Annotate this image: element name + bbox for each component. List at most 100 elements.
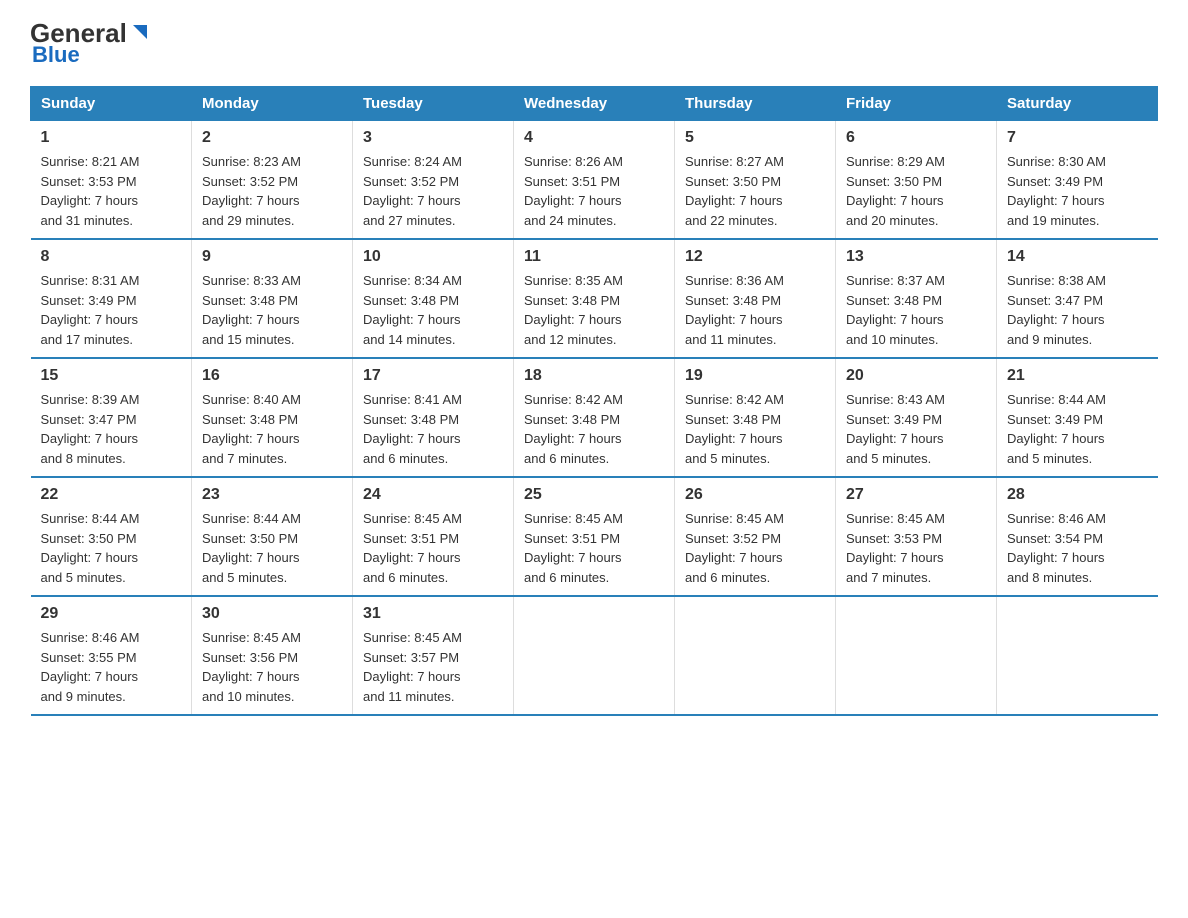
day-number: 18 bbox=[524, 367, 664, 385]
day-number: 19 bbox=[685, 367, 825, 385]
logo: General Blue bbox=[30, 20, 151, 68]
day-number: 30 bbox=[202, 605, 342, 623]
weekday-header-row: SundayMondayTuesdayWednesdayThursdayFrid… bbox=[31, 87, 1158, 121]
day-number: 28 bbox=[1007, 486, 1148, 504]
day-info: Sunrise: 8:46 AMSunset: 3:54 PMDaylight:… bbox=[1007, 509, 1148, 587]
day-info: Sunrise: 8:38 AMSunset: 3:47 PMDaylight:… bbox=[1007, 271, 1148, 349]
calendar-cell: 6 Sunrise: 8:29 AMSunset: 3:50 PMDaylight… bbox=[836, 121, 997, 240]
header-area: General Blue bbox=[30, 20, 1158, 68]
day-info: Sunrise: 8:23 AMSunset: 3:52 PMDaylight:… bbox=[202, 152, 342, 230]
day-info: Sunrise: 8:45 AMSunset: 3:53 PMDaylight:… bbox=[846, 509, 986, 587]
calendar-cell: 11 Sunrise: 8:35 AMSunset: 3:48 PMDayligh… bbox=[514, 239, 675, 358]
day-number: 23 bbox=[202, 486, 342, 504]
day-info: Sunrise: 8:36 AMSunset: 3:48 PMDaylight:… bbox=[685, 271, 825, 349]
day-info: Sunrise: 8:37 AMSunset: 3:48 PMDaylight:… bbox=[846, 271, 986, 349]
day-info: Sunrise: 8:40 AMSunset: 3:48 PMDaylight:… bbox=[202, 390, 342, 468]
day-info: Sunrise: 8:44 AMSunset: 3:49 PMDaylight:… bbox=[1007, 390, 1148, 468]
day-number: 2 bbox=[202, 129, 342, 147]
day-info: Sunrise: 8:41 AMSunset: 3:48 PMDaylight:… bbox=[363, 390, 503, 468]
calendar-cell bbox=[836, 596, 997, 715]
day-info: Sunrise: 8:31 AMSunset: 3:49 PMDaylight:… bbox=[41, 271, 182, 349]
day-number: 27 bbox=[846, 486, 986, 504]
day-number: 3 bbox=[363, 129, 503, 147]
weekday-header-sunday: Sunday bbox=[31, 87, 192, 121]
day-info: Sunrise: 8:26 AMSunset: 3:51 PMDaylight:… bbox=[524, 152, 664, 230]
day-number: 6 bbox=[846, 129, 986, 147]
day-number: 15 bbox=[41, 367, 182, 385]
calendar-cell: 24 Sunrise: 8:45 AMSunset: 3:51 PMDayligh… bbox=[353, 477, 514, 596]
logo-triangle-icon bbox=[129, 21, 151, 43]
weekday-header-tuesday: Tuesday bbox=[353, 87, 514, 121]
calendar-table: SundayMondayTuesdayWednesdayThursdayFrid… bbox=[30, 86, 1158, 716]
day-info: Sunrise: 8:27 AMSunset: 3:50 PMDaylight:… bbox=[685, 152, 825, 230]
calendar-cell bbox=[997, 596, 1158, 715]
day-info: Sunrise: 8:43 AMSunset: 3:49 PMDaylight:… bbox=[846, 390, 986, 468]
calendar-cell: 8 Sunrise: 8:31 AMSunset: 3:49 PMDaylight… bbox=[31, 239, 192, 358]
calendar-week-row: 29 Sunrise: 8:46 AMSunset: 3:55 PMDayligh… bbox=[31, 596, 1158, 715]
day-number: 31 bbox=[363, 605, 503, 623]
day-info: Sunrise: 8:30 AMSunset: 3:49 PMDaylight:… bbox=[1007, 152, 1148, 230]
day-info: Sunrise: 8:45 AMSunset: 3:51 PMDaylight:… bbox=[363, 509, 503, 587]
calendar-cell: 3 Sunrise: 8:24 AMSunset: 3:52 PMDaylight… bbox=[353, 121, 514, 240]
day-number: 8 bbox=[41, 248, 182, 266]
day-number: 10 bbox=[363, 248, 503, 266]
day-number: 17 bbox=[363, 367, 503, 385]
day-info: Sunrise: 8:44 AMSunset: 3:50 PMDaylight:… bbox=[41, 509, 182, 587]
calendar-cell: 29 Sunrise: 8:46 AMSunset: 3:55 PMDayligh… bbox=[31, 596, 192, 715]
day-info: Sunrise: 8:45 AMSunset: 3:57 PMDaylight:… bbox=[363, 628, 503, 706]
calendar-cell: 28 Sunrise: 8:46 AMSunset: 3:54 PMDayligh… bbox=[997, 477, 1158, 596]
day-number: 12 bbox=[685, 248, 825, 266]
day-info: Sunrise: 8:35 AMSunset: 3:48 PMDaylight:… bbox=[524, 271, 664, 349]
calendar-cell: 5 Sunrise: 8:27 AMSunset: 3:50 PMDaylight… bbox=[675, 121, 836, 240]
calendar-cell: 30 Sunrise: 8:45 AMSunset: 3:56 PMDayligh… bbox=[192, 596, 353, 715]
calendar-week-row: 22 Sunrise: 8:44 AMSunset: 3:50 PMDayligh… bbox=[31, 477, 1158, 596]
day-info: Sunrise: 8:45 AMSunset: 3:56 PMDaylight:… bbox=[202, 628, 342, 706]
calendar-cell: 23 Sunrise: 8:44 AMSunset: 3:50 PMDayligh… bbox=[192, 477, 353, 596]
day-number: 26 bbox=[685, 486, 825, 504]
day-info: Sunrise: 8:42 AMSunset: 3:48 PMDaylight:… bbox=[524, 390, 664, 468]
day-number: 16 bbox=[202, 367, 342, 385]
day-info: Sunrise: 8:39 AMSunset: 3:47 PMDaylight:… bbox=[41, 390, 182, 468]
day-info: Sunrise: 8:21 AMSunset: 3:53 PMDaylight:… bbox=[41, 152, 182, 230]
calendar-cell: 22 Sunrise: 8:44 AMSunset: 3:50 PMDayligh… bbox=[31, 477, 192, 596]
calendar-cell: 16 Sunrise: 8:40 AMSunset: 3:48 PMDayligh… bbox=[192, 358, 353, 477]
calendar-cell: 21 Sunrise: 8:44 AMSunset: 3:49 PMDayligh… bbox=[997, 358, 1158, 477]
calendar-cell: 1Sunrise: 8:21 AMSunset: 3:53 PMDaylight… bbox=[31, 121, 192, 240]
day-number: 13 bbox=[846, 248, 986, 266]
day-info: Sunrise: 8:29 AMSunset: 3:50 PMDaylight:… bbox=[846, 152, 986, 230]
calendar-cell: 27 Sunrise: 8:45 AMSunset: 3:53 PMDayligh… bbox=[836, 477, 997, 596]
day-number: 14 bbox=[1007, 248, 1148, 266]
day-number: 4 bbox=[524, 129, 664, 147]
day-info: Sunrise: 8:46 AMSunset: 3:55 PMDaylight:… bbox=[41, 628, 182, 706]
day-number: 11 bbox=[524, 248, 664, 266]
day-info: Sunrise: 8:45 AMSunset: 3:52 PMDaylight:… bbox=[685, 509, 825, 587]
weekday-header-thursday: Thursday bbox=[675, 87, 836, 121]
calendar-cell bbox=[675, 596, 836, 715]
calendar-cell: 26 Sunrise: 8:45 AMSunset: 3:52 PMDayligh… bbox=[675, 477, 836, 596]
weekday-header-saturday: Saturday bbox=[997, 87, 1158, 121]
day-info: Sunrise: 8:45 AMSunset: 3:51 PMDaylight:… bbox=[524, 509, 664, 587]
calendar-cell: 7 Sunrise: 8:30 AMSunset: 3:49 PMDaylight… bbox=[997, 121, 1158, 240]
day-info: Sunrise: 8:34 AMSunset: 3:48 PMDaylight:… bbox=[363, 271, 503, 349]
calendar-cell: 4 Sunrise: 8:26 AMSunset: 3:51 PMDaylight… bbox=[514, 121, 675, 240]
calendar-cell: 31 Sunrise: 8:45 AMSunset: 3:57 PMDayligh… bbox=[353, 596, 514, 715]
day-number: 5 bbox=[685, 129, 825, 147]
day-info: Sunrise: 8:44 AMSunset: 3:50 PMDaylight:… bbox=[202, 509, 342, 587]
calendar-cell: 12 Sunrise: 8:36 AMSunset: 3:48 PMDayligh… bbox=[675, 239, 836, 358]
day-info: Sunrise: 8:33 AMSunset: 3:48 PMDaylight:… bbox=[202, 271, 342, 349]
day-number: 7 bbox=[1007, 129, 1148, 147]
calendar-cell: 10 Sunrise: 8:34 AMSunset: 3:48 PMDayligh… bbox=[353, 239, 514, 358]
calendar-cell: 17 Sunrise: 8:41 AMSunset: 3:48 PMDayligh… bbox=[353, 358, 514, 477]
day-number: 29 bbox=[41, 605, 182, 623]
day-number: 9 bbox=[202, 248, 342, 266]
calendar-cell: 13 Sunrise: 8:37 AMSunset: 3:48 PMDayligh… bbox=[836, 239, 997, 358]
day-number: 22 bbox=[41, 486, 182, 504]
day-info: Sunrise: 8:24 AMSunset: 3:52 PMDaylight:… bbox=[363, 152, 503, 230]
day-number: 20 bbox=[846, 367, 986, 385]
day-number: 21 bbox=[1007, 367, 1148, 385]
weekday-header-friday: Friday bbox=[836, 87, 997, 121]
calendar-cell: 15 Sunrise: 8:39 AMSunset: 3:47 PMDayligh… bbox=[31, 358, 192, 477]
day-number: 24 bbox=[363, 486, 503, 504]
calendar-cell: 9 Sunrise: 8:33 AMSunset: 3:48 PMDaylight… bbox=[192, 239, 353, 358]
logo-blue: Blue bbox=[32, 42, 80, 68]
